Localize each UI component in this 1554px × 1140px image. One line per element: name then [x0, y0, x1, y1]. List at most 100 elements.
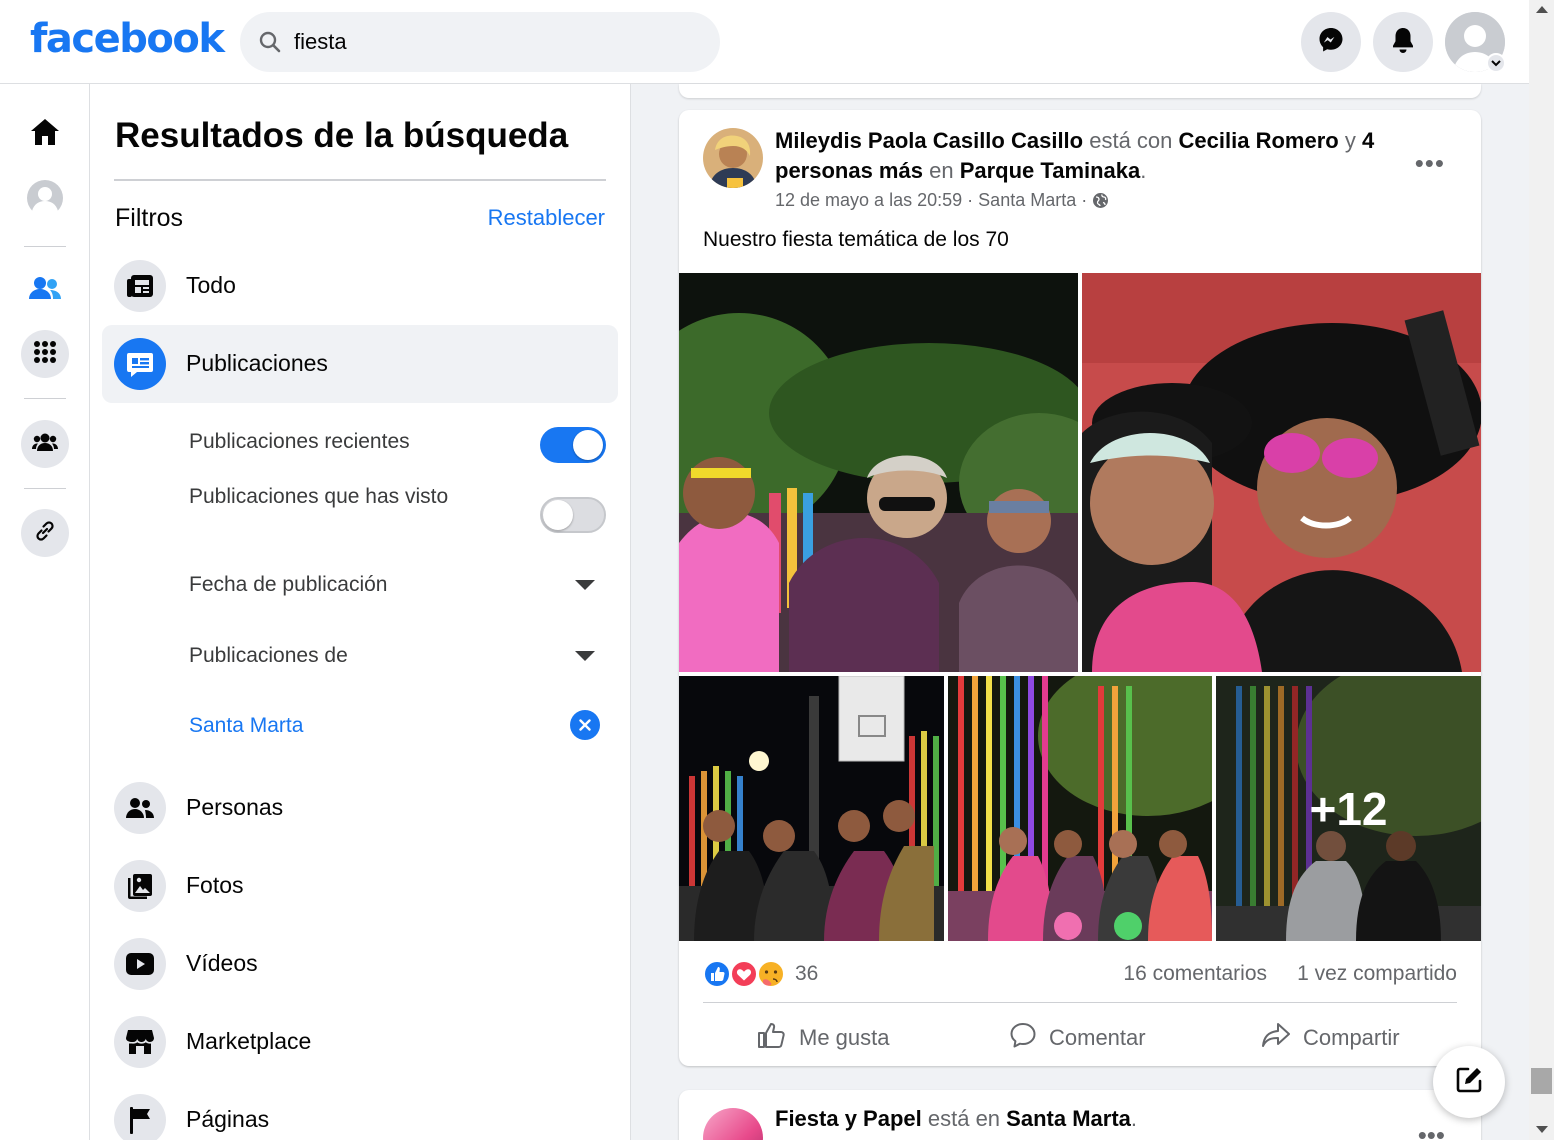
apps-grid-icon — [33, 340, 57, 369]
scroll-up-arrow-icon[interactable] — [1536, 6, 1548, 13]
seen-posts-toggle[interactable] — [540, 497, 606, 533]
page-scrollbar[interactable] — [1529, 0, 1554, 1140]
reactions-summary[interactable] — [703, 960, 789, 988]
messenger-icon — [1317, 26, 1345, 59]
post-timestamp[interactable]: 12 de mayo a las 20:59 — [775, 190, 962, 210]
comments-count[interactable]: 16 comentarios — [1123, 962, 1267, 986]
author-avatar[interactable] — [703, 1108, 763, 1140]
post-options-icon[interactable]: ••• — [1418, 1120, 1445, 1140]
rail-divider — [24, 488, 66, 489]
post-author-link[interactable]: Fiesta y Papel — [775, 1106, 922, 1131]
filter-people[interactable]: Personas — [102, 769, 618, 847]
share-label: Compartir — [1303, 1025, 1400, 1050]
place-link[interactable]: Santa Marta — [1006, 1106, 1131, 1131]
post-location[interactable]: Santa Marta — [978, 190, 1076, 210]
filter-posts-label: Publicaciones — [186, 350, 328, 376]
thumbs-up-icon — [757, 1021, 787, 1055]
seen-posts-label: Publicaciones que has visto — [189, 485, 449, 508]
period-text: . — [1130, 1106, 1138, 1131]
filter-all-label: Todo — [186, 272, 236, 298]
groups-icon — [32, 432, 58, 457]
meta-separator: · — [967, 190, 974, 210]
marketplace-icon — [114, 1016, 166, 1068]
page-title: Resultados de la búsqueda — [115, 116, 569, 155]
reactions-count[interactable]: 36 — [795, 962, 818, 986]
tagged-person-link[interactable]: Cecilia Romero — [1179, 128, 1339, 153]
clear-location-icon[interactable] — [570, 710, 600, 740]
and-text: y — [1344, 128, 1356, 153]
comment-button[interactable]: Comentar — [1009, 1018, 1146, 1058]
scrollbar-thumb[interactable] — [1531, 1068, 1552, 1094]
new-message-button[interactable] — [1433, 1046, 1505, 1118]
like-label: Me gusta — [799, 1025, 890, 1050]
search-filters-panel: Resultados de la búsqueda Filtros Restab… — [90, 84, 631, 1140]
comment-label: Comentar — [1049, 1025, 1146, 1050]
home-icon — [29, 117, 61, 152]
friends-button[interactable] — [21, 266, 69, 314]
filter-all[interactable]: Todo — [102, 247, 618, 325]
share-button[interactable]: Compartir — [1261, 1018, 1400, 1058]
messenger-button[interactable] — [1301, 12, 1361, 72]
post-meta: 12 de mayo a las 20:59 · Santa Marta · — [775, 190, 1109, 211]
date-filter-dropdown[interactable]: Fecha de publicación — [189, 570, 609, 600]
profile-icon — [26, 179, 64, 222]
groups-button[interactable] — [21, 420, 69, 468]
filter-posts[interactable]: Publicaciones — [102, 325, 618, 403]
like-button[interactable]: Me gusta — [757, 1018, 890, 1058]
title-divider — [114, 179, 606, 181]
post-photo-2[interactable] — [1082, 273, 1481, 672]
post-photo-5[interactable]: +12 — [1216, 676, 1481, 941]
search-box[interactable] — [240, 12, 720, 72]
apps-button[interactable] — [21, 330, 69, 378]
post-photo-3[interactable] — [679, 676, 944, 941]
author-avatar[interactable] — [703, 128, 763, 188]
with-text: está con — [1089, 128, 1173, 153]
left-rail — [0, 84, 90, 1140]
video-icon — [114, 938, 166, 990]
post-options-icon[interactable]: ••• — [1415, 148, 1445, 179]
search-input[interactable] — [294, 24, 694, 60]
search-icon — [258, 30, 282, 59]
friends-icon — [28, 275, 62, 306]
chevron-down-icon[interactable] — [575, 651, 595, 661]
filters-heading: Filtros — [115, 204, 184, 232]
posts-from-dropdown[interactable]: Publicaciones de — [189, 641, 609, 671]
scroll-down-arrow-icon[interactable] — [1536, 1126, 1548, 1133]
post-header: Fiesta y Papel está en Santa Marta. — [775, 1106, 1137, 1132]
filter-marketplace-label: Marketplace — [186, 1028, 312, 1054]
filter-photos[interactable]: Fotos — [102, 847, 618, 925]
post-card: Mileydis Paola Casillo Casillo está con … — [679, 110, 1481, 1066]
links-button[interactable] — [21, 509, 69, 557]
comment-icon — [1009, 1021, 1037, 1055]
post-text: Nuestro fiesta temática de los 70 — [703, 228, 1009, 251]
chevron-down-icon[interactable] — [575, 580, 595, 590]
globe-icon — [1092, 190, 1109, 210]
post-author-link[interactable]: Mileydis Paola Casillo Casillo — [775, 128, 1083, 153]
filter-videos[interactable]: Vídeos — [102, 925, 618, 1003]
more-photos-count[interactable]: +12 — [1216, 676, 1481, 941]
filter-pages[interactable]: Páginas — [102, 1081, 618, 1140]
account-menu-chevron-icon[interactable] — [1486, 53, 1506, 73]
period-text: . — [1140, 158, 1147, 183]
reset-filters-link[interactable]: Restablecer — [488, 205, 605, 231]
share-icon — [1261, 1022, 1291, 1054]
post-photo-1[interactable] — [679, 273, 1078, 672]
flag-icon — [114, 1094, 166, 1140]
recent-posts-toggle[interactable] — [540, 427, 606, 463]
filter-pages-label: Páginas — [186, 1106, 270, 1132]
filter-people-label: Personas — [186, 794, 284, 820]
profile-button[interactable] — [21, 176, 69, 224]
top-bar: facebook — [0, 0, 1529, 84]
notifications-button[interactable] — [1373, 12, 1433, 72]
place-link[interactable]: Parque Taminaka — [960, 158, 1141, 183]
location-filter-value[interactable]: Santa Marta — [189, 711, 609, 741]
home-button[interactable] — [21, 110, 69, 158]
post-photo-4[interactable] — [948, 676, 1212, 941]
in-text: está en — [927, 1106, 1001, 1131]
filter-marketplace[interactable]: Marketplace — [102, 1003, 618, 1081]
meta-separator: · — [1081, 190, 1088, 210]
facebook-logo[interactable]: facebook — [30, 16, 225, 62]
previous-post-card — [679, 84, 1481, 98]
shares-count[interactable]: 1 vez compartido — [1297, 962, 1457, 986]
photos-icon — [114, 860, 166, 912]
